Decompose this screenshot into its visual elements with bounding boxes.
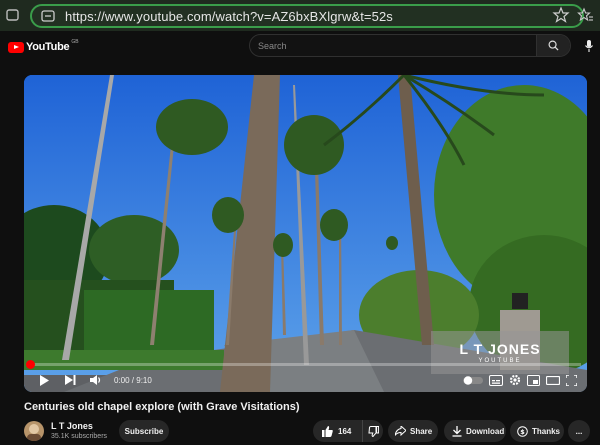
- download-label: Download: [466, 426, 505, 436]
- youtube-play-icon: [8, 41, 24, 53]
- thanks-button[interactable]: $ Thanks: [510, 420, 564, 442]
- logo-text: YouTube: [26, 41, 70, 53]
- share-label: Share: [410, 426, 433, 436]
- country-code: GB: [71, 39, 79, 45]
- channel-watermark: L T JONES YOUTUBE: [431, 331, 569, 374]
- search-icon: [548, 40, 559, 51]
- download-icon: [452, 425, 462, 437]
- download-button[interactable]: Download: [444, 420, 506, 442]
- more-actions-button[interactable]: ...: [568, 420, 590, 442]
- favorites-icon[interactable]: [576, 6, 594, 24]
- miniplayer-button[interactable]: [527, 369, 540, 391]
- mic-icon[interactable]: [584, 39, 594, 53]
- player-controls: 0:00 / 9:10: [24, 369, 587, 391]
- autoplay-toggle-icon: [463, 375, 483, 385]
- share-button[interactable]: Share: [388, 420, 438, 442]
- next-button[interactable]: [60, 369, 80, 391]
- share-icon: [395, 426, 406, 436]
- volume-button[interactable]: [86, 369, 106, 391]
- dislike-button[interactable]: [363, 425, 383, 437]
- youtube-logo[interactable]: YouTube GB: [8, 39, 79, 53]
- fullscreen-icon: [566, 374, 577, 386]
- star-icon[interactable]: [552, 6, 570, 24]
- channel-name[interactable]: L T Jones: [51, 421, 93, 431]
- settings-button[interactable]: [509, 369, 521, 391]
- miniplayer-icon: [527, 374, 540, 386]
- subscribe-button[interactable]: Subscribe: [119, 420, 169, 442]
- search-box[interactable]: Search: [249, 34, 571, 57]
- next-icon: [64, 375, 75, 385]
- play-icon: [40, 374, 49, 386]
- theater-button[interactable]: [546, 369, 560, 391]
- watermark-title: L T JONES: [459, 341, 541, 357]
- browser-toolbar: https://www.youtube.com/watch?v=AZ6bxBXl…: [0, 0, 600, 31]
- subtitles-button[interactable]: [489, 369, 503, 391]
- autoplay-toggle[interactable]: [463, 369, 483, 391]
- like-dislike-group: 164: [313, 420, 383, 442]
- avatar[interactable]: [24, 421, 44, 441]
- address-bar[interactable]: https://www.youtube.com/watch?v=AZ6bxBXl…: [30, 4, 584, 28]
- url-text: https://www.youtube.com/watch?v=AZ6bxBXl…: [65, 8, 393, 24]
- like-button[interactable]: 164: [313, 420, 363, 442]
- thumbs-up-icon: [322, 425, 333, 437]
- progress-bar[interactable]: [26, 360, 581, 369]
- like-count: 164: [338, 426, 352, 436]
- theater-icon: [546, 375, 560, 385]
- subtitles-icon: [489, 374, 503, 386]
- video-title: Centuries old chapel explore (with Grave…: [24, 401, 300, 413]
- youtube-header: YouTube GB Search: [0, 31, 600, 65]
- play-button[interactable]: [34, 369, 54, 391]
- tune-icon[interactable]: [37, 6, 59, 26]
- tab-actions-icon[interactable]: [4, 6, 22, 24]
- svg-text:$: $: [520, 428, 525, 436]
- thanks-icon: $: [517, 425, 528, 437]
- subscriber-count: 35.1K subscribers: [51, 433, 108, 440]
- scrubber-handle[interactable]: [26, 360, 35, 369]
- gear-icon: [509, 374, 521, 386]
- more-icon: ...: [575, 426, 583, 436]
- fullscreen-button[interactable]: [566, 369, 577, 391]
- search-button[interactable]: [536, 35, 570, 56]
- thumbs-down-icon: [367, 425, 379, 437]
- volume-icon: [90, 375, 101, 385]
- thanks-label: Thanks: [532, 426, 561, 436]
- video-player[interactable]: L T JONES YOUTUBE 0:00 / 9:10: [24, 75, 587, 392]
- search-input[interactable]: Search: [250, 41, 536, 51]
- time-display: 0:00 / 9:10: [114, 375, 152, 385]
